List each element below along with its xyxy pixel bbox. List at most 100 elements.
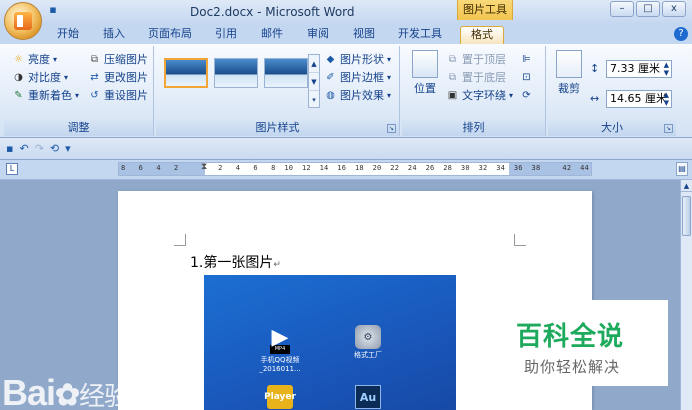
height-icon: ↕ <box>590 62 600 75</box>
sun-icon: ☼ <box>14 53 23 65</box>
tab-page-layout[interactable]: 页面布局 <box>144 26 196 44</box>
compress-pictures-button[interactable]: ⧉ 压缩图片 <box>88 50 148 68</box>
crop-mark <box>514 234 526 246</box>
change-picture-button[interactable]: ⇄ 更改图片 <box>88 68 148 86</box>
indent-marker-icon[interactable]: ⧗ <box>201 163 209 175</box>
help-icon[interactable]: ? <box>674 27 688 41</box>
bring-front-label: 置于顶层 <box>462 53 506 66</box>
quick-access-toolbar: ▪ <box>46 3 60 17</box>
width-value: 14.65 厘米 <box>610 92 667 105</box>
reset-icon: ↺ <box>90 89 99 101</box>
scroll-up-icon[interactable]: ▲ <box>681 180 692 192</box>
customize-qat-icon[interactable]: ▾ <box>65 142 71 155</box>
text-wrapping-button[interactable]: ▣ 文字环绕 ▾ <box>446 86 513 104</box>
width-input[interactable]: 14.65 厘米 ▲ ▼ <box>606 90 672 108</box>
undo-icon[interactable]: ↶ <box>19 142 28 155</box>
ruler-numbers: 8 6 4 2 2 4 6 8 10 12 14 16 18 20 22 24 … <box>121 164 592 172</box>
horizontal-ruler[interactable]: 8 6 4 2 2 4 6 8 10 12 14 16 18 20 22 24 … <box>118 162 592 176</box>
save-icon[interactable]: ▪ <box>6 142 13 155</box>
tab-home[interactable]: 开始 <box>52 26 84 44</box>
close-button[interactable]: x <box>662 1 686 17</box>
minimize-button[interactable]: – <box>610 1 634 17</box>
context-tab-group-label: 图片工具 <box>457 0 513 20</box>
group-adjust: ☼ 亮度 ▾ ◑ 对比度 ▾ ✎ 重新着色 ▾ ⧉ 压缩图片 ⇄ 更改图片 ↺ 重设图… <box>4 46 154 136</box>
compress-label: 压缩图片 <box>104 53 148 66</box>
recolor-icon: ✎ <box>14 89 23 101</box>
dropdown-icon: ▾ <box>387 72 392 82</box>
dropdown-icon: ▾ <box>509 90 514 100</box>
tab-mailings[interactable]: 邮件 <box>256 26 288 44</box>
effects-label: 图片效果 <box>340 89 384 102</box>
picture-style-thumbnail[interactable] <box>164 58 208 88</box>
inserted-picture[interactable]: ▶ MP4 手机QQ视频 _2016011... ⚙ 格式工厂 Player A… <box>204 275 456 410</box>
baidu-watermark: Bai✿经验 <box>2 372 130 410</box>
brightness-button[interactable]: ☼ 亮度 ▾ <box>12 50 57 68</box>
dialog-launcher-icon[interactable]: ↘ <box>387 124 396 133</box>
view-ruler-icon[interactable]: ▤ <box>676 162 688 176</box>
gallery-down-icon[interactable]: ▼ <box>309 73 319 91</box>
shape-icon: ◆ <box>326 53 335 65</box>
tab-references[interactable]: 引用 <box>210 26 242 44</box>
desktop-icon-player: Player <box>256 385 304 410</box>
pencil-icon: ✐ <box>326 71 335 83</box>
desktop-icon-format-factory: ⚙ 格式工厂 <box>344 325 392 360</box>
gallery-scroll[interactable]: ▲ ▼ ▾ <box>308 54 320 108</box>
align-icon: ⊫ <box>522 53 531 65</box>
dropdown-icon: ▾ <box>64 72 69 82</box>
repeat-icon[interactable]: ⟲ <box>50 142 59 155</box>
save-icon[interactable]: ▪ <box>46 3 60 17</box>
tab-selector[interactable]: L <box>6 163 18 175</box>
dropdown-icon: ▾ <box>75 90 80 100</box>
effects-icon: ◍ <box>326 89 335 101</box>
spin-arrows-icon[interactable]: ▲ ▼ <box>664 61 669 77</box>
tab-review[interactable]: 审阅 <box>302 26 334 44</box>
watermark-subtitle: 助你轻松解决 <box>524 358 621 376</box>
group-objects-button[interactable]: ⊡ <box>520 68 533 86</box>
group-arrange: 位置 ⧉ 置于顶层 ⧉ 置于底层 ▣ 文字环绕 ▾ ⊫ ⊡ ⟳ 排列 <box>402 46 546 136</box>
send-to-back-button[interactable]: ⧉ 置于底层 <box>446 68 506 86</box>
picture-effects-button[interactable]: ◍ 图片效果 ▾ <box>324 86 391 104</box>
group-picture-styles: ▲ ▼ ▾ ◆ 图片形状 ▾ ✐ 图片边框 ▾ ◍ 图片效果 ▾ 图片样式 ↘ <box>156 46 400 136</box>
picture-style-thumbnail[interactable] <box>214 58 258 88</box>
office-logo-icon <box>14 12 32 30</box>
position-label: 位置 <box>414 82 436 95</box>
crop-button[interactable]: 裁剪 <box>550 50 588 96</box>
reset-picture-button[interactable]: ↺ 重设图片 <box>88 86 148 104</box>
picture-border-button[interactable]: ✐ 图片边框 ▾ <box>324 68 391 86</box>
crop-icon <box>556 50 582 78</box>
picture-style-thumbnail[interactable] <box>264 58 308 88</box>
brightness-label: 亮度 <box>28 53 50 66</box>
dropdown-icon: ▾ <box>387 90 392 100</box>
redo-icon[interactable]: ↷ <box>35 142 44 155</box>
bring-front-icon: ⧉ <box>448 53 457 65</box>
picture-shape-button[interactable]: ◆ 图片形状 ▾ <box>324 50 391 68</box>
gallery-more-icon[interactable]: ▾ <box>309 91 319 109</box>
ribbon: ☼ 亮度 ▾ ◑ 对比度 ▾ ✎ 重新着色 ▾ ⧉ 压缩图片 ⇄ 更改图片 ↺ 重设图… <box>0 44 692 138</box>
quick-access-toolbar-below: ▪ ↶ ↷ ⟲ ▾ <box>0 138 692 160</box>
vertical-scrollbar[interactable]: ▲ <box>680 180 692 410</box>
contrast-button[interactable]: ◑ 对比度 ▾ <box>12 68 68 86</box>
rotate-button[interactable]: ⟳ <box>520 86 533 104</box>
group-label-picture-styles: 图片样式 <box>156 120 399 136</box>
tab-view[interactable]: 视图 <box>348 26 380 44</box>
crop-mark <box>174 234 186 246</box>
spin-arrows-icon[interactable]: ▲ ▼ <box>664 91 669 107</box>
maximize-button[interactable]: □ <box>636 1 660 17</box>
position-button[interactable]: 位置 <box>406 50 444 96</box>
scroll-thumb[interactable] <box>682 196 691 236</box>
watermark-title: 百科全说 <box>516 322 625 352</box>
dialog-launcher-icon[interactable]: ↘ <box>664 124 673 133</box>
tab-developer[interactable]: 开发工具 <box>394 26 446 44</box>
document-heading[interactable]: 1.第一张图片↵ <box>190 252 281 272</box>
gallery-up-icon[interactable]: ▲ <box>309 55 319 73</box>
group-label-arrange: 排列 <box>402 120 545 136</box>
shape-label: 图片形状 <box>340 53 384 66</box>
office-button[interactable] <box>4 2 42 40</box>
tab-insert[interactable]: 插入 <box>98 26 130 44</box>
compress-icon: ⧉ <box>90 53 99 65</box>
align-button[interactable]: ⊫ <box>520 50 533 68</box>
height-input[interactable]: 7.33 厘米 ▲ ▼ <box>606 60 672 78</box>
bring-to-front-button[interactable]: ⧉ 置于顶层 <box>446 50 506 68</box>
tab-format[interactable]: 格式 <box>460 26 504 44</box>
recolor-button[interactable]: ✎ 重新着色 ▾ <box>12 86 79 104</box>
